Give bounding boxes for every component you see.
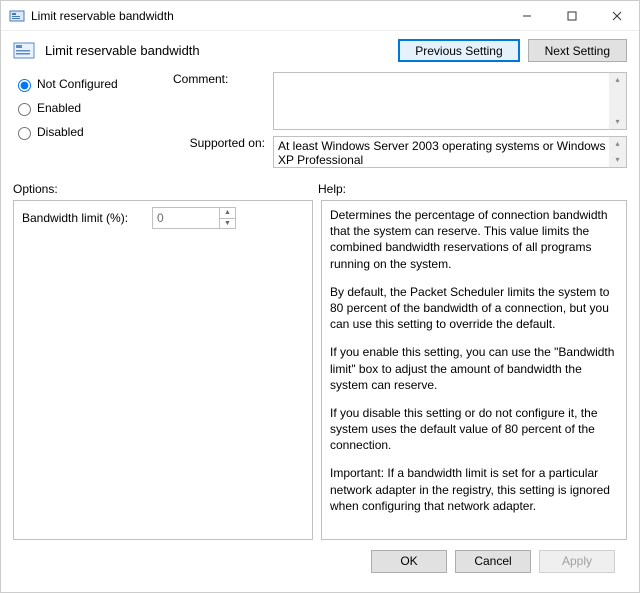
- help-paragraph: Important: If a bandwidth limit is set f…: [330, 465, 618, 514]
- comment-scrollbar[interactable]: ▴▾: [609, 73, 626, 129]
- radio-not-configured-input[interactable]: [18, 79, 31, 92]
- title-bar: Limit reservable bandwidth: [1, 1, 639, 31]
- window: Limit reservable bandwidth Limit reserva…: [0, 0, 640, 593]
- options-heading: Options:: [13, 182, 318, 196]
- radio-disabled[interactable]: Disabled: [13, 120, 173, 144]
- comment-textarea[interactable]: ▴▾: [273, 72, 627, 130]
- bandwidth-limit-spinner[interactable]: 0 ▲ ▼: [152, 207, 236, 229]
- state-radio-group: Not Configured Enabled Disabled: [13, 72, 173, 168]
- minimize-button[interactable]: [504, 1, 549, 30]
- supported-on-label: Supported on:: [173, 136, 273, 168]
- dialog-buttons: OK Cancel Apply: [13, 540, 627, 582]
- window-title: Limit reservable bandwidth: [31, 9, 174, 23]
- radio-enabled-label: Enabled: [37, 101, 81, 115]
- policy-icon: [9, 8, 25, 24]
- ok-button[interactable]: OK: [371, 550, 447, 573]
- close-button[interactable]: [594, 1, 639, 30]
- bandwidth-limit-label: Bandwidth limit (%):: [22, 211, 152, 225]
- supported-on-value: At least Windows Server 2003 operating s…: [278, 139, 605, 167]
- comment-label: Comment:: [173, 72, 273, 130]
- radio-enabled-input[interactable]: [18, 103, 31, 116]
- options-panel: Bandwidth limit (%): 0 ▲ ▼: [13, 200, 313, 540]
- help-paragraph: Determines the percentage of connection …: [330, 207, 618, 272]
- radio-not-configured-label: Not Configured: [37, 77, 118, 91]
- help-paragraph: By default, the Packet Scheduler limits …: [330, 284, 618, 333]
- help-paragraph: If you enable this setting, you can use …: [330, 344, 618, 393]
- radio-disabled-input[interactable]: [18, 127, 31, 140]
- policy-header-icon: [13, 41, 37, 61]
- bandwidth-limit-value[interactable]: 0: [153, 211, 219, 225]
- radio-enabled[interactable]: Enabled: [13, 96, 173, 120]
- spinner-up-button[interactable]: ▲: [220, 208, 235, 219]
- content-area: Limit reservable bandwidth Previous Sett…: [1, 31, 639, 592]
- next-setting-button[interactable]: Next Setting: [528, 39, 627, 62]
- radio-disabled-label: Disabled: [37, 125, 84, 139]
- maximize-button[interactable]: [549, 1, 594, 30]
- supported-scrollbar[interactable]: ▴▾: [609, 137, 626, 167]
- page-title: Limit reservable bandwidth: [45, 43, 200, 58]
- help-heading: Help:: [318, 182, 346, 196]
- spinner-down-button[interactable]: ▼: [220, 219, 235, 229]
- radio-not-configured[interactable]: Not Configured: [13, 72, 173, 96]
- help-paragraph: If you disable this setting or do not co…: [330, 405, 618, 454]
- cancel-button[interactable]: Cancel: [455, 550, 531, 573]
- apply-button: Apply: [539, 550, 615, 573]
- previous-setting-button[interactable]: Previous Setting: [398, 39, 519, 62]
- help-panel: Determines the percentage of connection …: [321, 200, 627, 540]
- supported-on-text: At least Windows Server 2003 operating s…: [273, 136, 627, 168]
